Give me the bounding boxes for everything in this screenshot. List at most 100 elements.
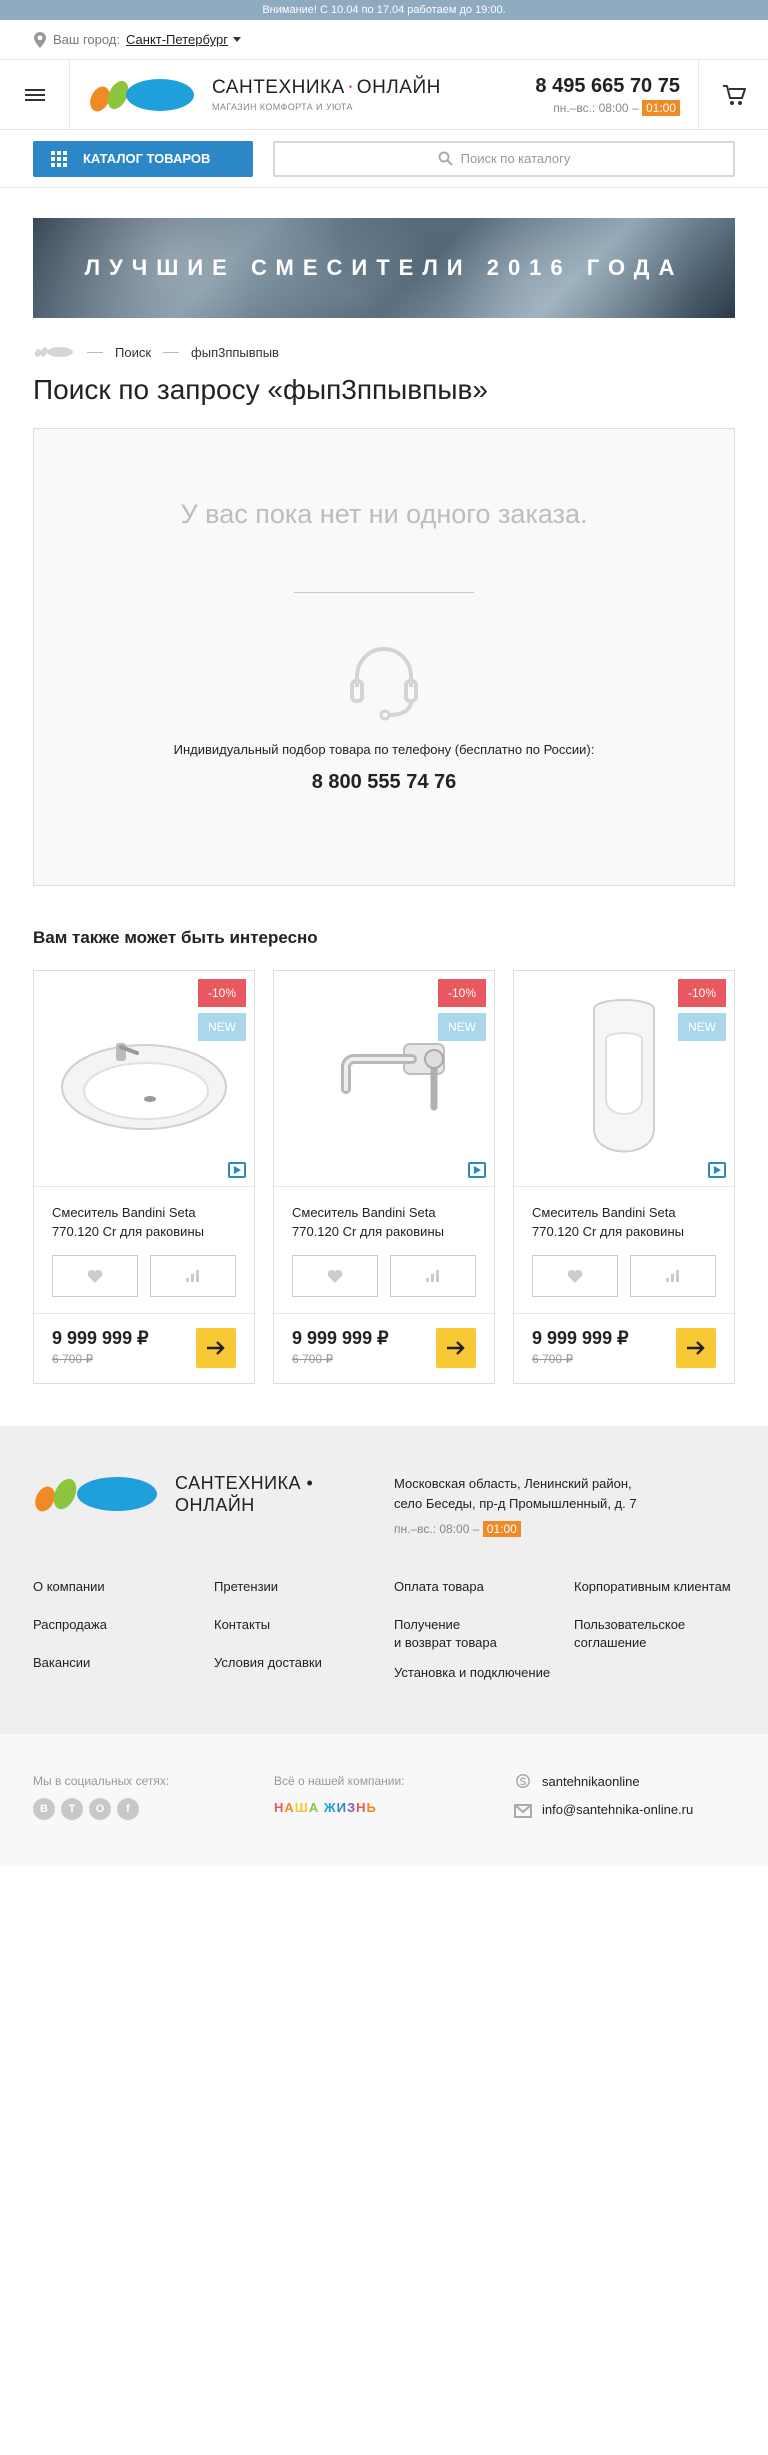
recommend-title: Вам также может быть интересно xyxy=(33,928,318,947)
twitter-icon[interactable]: T xyxy=(61,1798,83,1820)
search-placeholder: Поиск по каталогу xyxy=(460,151,571,166)
work-hours: пн.–вс.: 08:00 – 01:00 xyxy=(535,99,680,116)
notice-bar: Внимание! С 10.04 по 17.04 работаем до 1… xyxy=(0,0,768,20)
compare-button[interactable] xyxy=(390,1255,476,1297)
favorite-button[interactable] xyxy=(532,1255,618,1297)
footer-link-contacts[interactable]: Контакты xyxy=(214,1616,270,1634)
headset-icon xyxy=(350,646,418,721)
sale-badge: -10% xyxy=(198,979,246,1007)
brand-name: САНТЕХНИКА • ОНЛАЙН xyxy=(212,77,441,98)
footer-link-agreement[interactable]: Пользовательское соглашение xyxy=(574,1616,685,1652)
price-block: 9 999 999 ₽ 6 700 ₽ xyxy=(274,1313,494,1383)
product-image[interactable]: -10% NEW xyxy=(274,971,494,1187)
product-name[interactable]: Смеситель Bandini Seta 770.120 Cr для ра… xyxy=(274,1187,494,1255)
footer-link-returns[interactable]: Получение и возврат товара xyxy=(394,1616,497,1652)
footer-link-delivery[interactable]: Условия доставки xyxy=(214,1654,322,1672)
compare-icon xyxy=(186,1270,199,1282)
footer-link-corporate[interactable]: Корпоративным клиентам xyxy=(574,1578,731,1596)
compare-button[interactable] xyxy=(150,1255,236,1297)
add-to-cart-button[interactable] xyxy=(676,1328,716,1368)
company-link[interactable]: НАША ЖИЗНЬ xyxy=(274,1800,377,1815)
city-bar: Ваш город: Санкт-Петербург xyxy=(0,20,768,60)
site-logo[interactable]: САНТЕХНИКА • ОНЛАЙН МАГАЗИН КОМФОРТА И УЮТ… xyxy=(70,60,535,129)
product-card[interactable]: -10% NEW Смеситель Bandini Seta 770.120 … xyxy=(33,970,255,1384)
notice-text: Внимание! С 10.04 по 17.04 работаем до 1… xyxy=(262,4,506,16)
grid-icon xyxy=(51,150,67,167)
product-actions xyxy=(274,1255,494,1297)
arrow-right-icon xyxy=(687,1341,705,1355)
heart-icon xyxy=(327,1269,343,1283)
video-icon[interactable] xyxy=(468,1162,486,1178)
footer-link-payment[interactable]: Оплата товара xyxy=(394,1578,484,1596)
social-label: Мы в социальных сетях: xyxy=(33,1774,170,1788)
product-actions xyxy=(34,1255,254,1297)
breadcrumb-current: фып3ппывпыв xyxy=(191,344,279,360)
email-contact[interactable]: info@santehnika-online.ru xyxy=(542,1802,693,1817)
product-name[interactable]: Смеситель Bandini Seta 770.120 Cr для ра… xyxy=(34,1187,254,1255)
footer-logo[interactable]: САНТЕХНИКА • ОНЛАЙН xyxy=(33,1472,313,1516)
new-badge: NEW xyxy=(438,1013,486,1041)
page-title: Поиск по запросу «фып3ппывпыв» xyxy=(33,374,488,405)
footer-link-installation[interactable]: Установка и подключение xyxy=(394,1664,550,1682)
city-label: Ваш город: xyxy=(53,32,120,47)
price-block: 9 999 999 ₽ 6 700 ₽ xyxy=(34,1313,254,1383)
search-icon xyxy=(438,151,453,166)
city-selector[interactable]: Санкт-Петербург xyxy=(126,32,228,47)
video-icon[interactable] xyxy=(708,1162,726,1178)
social-links: В T О f xyxy=(33,1798,145,1820)
product-actions xyxy=(514,1255,734,1297)
phone-note: Индивидуальный подбор товара по телефону… xyxy=(173,742,595,757)
sale-badge: -10% xyxy=(438,979,486,1007)
heart-icon xyxy=(87,1269,103,1283)
add-to-cart-button[interactable] xyxy=(436,1328,476,1368)
catalog-button[interactable]: КАТАЛОГ ТОВАРОВ xyxy=(33,140,253,177)
compare-icon xyxy=(426,1270,439,1282)
company-label: Всё о нашей компании: xyxy=(274,1774,405,1788)
chevron-down-icon[interactable] xyxy=(232,37,241,42)
brand-tagline: МАГАЗИН КОМФОРТА И УЮТА xyxy=(212,102,353,112)
menu-button[interactable] xyxy=(0,60,70,129)
favorite-button[interactable] xyxy=(52,1255,138,1297)
new-badge: NEW xyxy=(198,1013,246,1041)
logo-mark-icon xyxy=(35,1477,157,1512)
compare-button[interactable] xyxy=(630,1255,716,1297)
arrow-right-icon xyxy=(447,1341,465,1355)
add-to-cart-button[interactable] xyxy=(196,1328,236,1368)
product-card[interactable]: -10% NEW Смеситель Bandini Seta 770.120 … xyxy=(273,970,495,1384)
breadcrumb-search[interactable]: Поиск xyxy=(115,345,151,360)
promo-banner[interactable]: ЛУЧШИЕ СМЕСИТЕЛИ 2016 ГОДА xyxy=(33,218,735,318)
header-phone[interactable]: 8 495 665 70 75 xyxy=(535,75,680,98)
facebook-icon[interactable]: f xyxy=(117,1798,139,1820)
vk-icon[interactable]: В xyxy=(33,1798,55,1820)
product-image[interactable]: -10% NEW xyxy=(34,971,254,1187)
compare-icon xyxy=(666,1270,679,1282)
support-phone[interactable]: 8 800 555 74 76 xyxy=(34,771,734,794)
arrow-right-icon xyxy=(207,1341,225,1355)
mail-icon xyxy=(514,1804,532,1818)
product-name[interactable]: Смеситель Bandini Seta 770.120 Cr для ра… xyxy=(514,1187,734,1255)
logo-mark-icon xyxy=(90,78,194,111)
hamburger-icon xyxy=(24,86,45,104)
header-contact: 8 495 665 70 75 пн.–вс.: 08:00 – 01:00 xyxy=(535,60,698,129)
breadcrumb: Поиск фып3ппывпыв xyxy=(33,342,279,362)
urinal-image xyxy=(593,998,655,1152)
location-pin-icon xyxy=(34,31,46,48)
search-input[interactable]: Поиск по каталогу xyxy=(273,140,735,177)
cart-button[interactable] xyxy=(698,60,768,129)
footer-link-sale[interactable]: Распродажа xyxy=(33,1616,107,1634)
product-image[interactable]: -10% NEW xyxy=(514,971,734,1187)
search-row: КАТАЛОГ ТОВАРОВ Поиск по каталогу xyxy=(0,130,768,188)
home-logo-icon[interactable] xyxy=(33,346,75,358)
footer-link-jobs[interactable]: Вакансии xyxy=(33,1654,90,1672)
banner-text: ЛУЧШИЕ СМЕСИТЕЛИ 2016 ГОДА xyxy=(84,255,684,280)
footer-link-about[interactable]: О компании xyxy=(33,1578,105,1596)
skype-contact[interactable]: santehnikaonline xyxy=(542,1774,640,1789)
product-card[interactable]: -10% NEW Смеситель Bandini Seta 770.120 … xyxy=(513,970,735,1384)
footer-address: Московская область, Ленинский район, село… xyxy=(394,1476,637,1511)
favorite-button[interactable] xyxy=(292,1255,378,1297)
odnoklassniki-icon[interactable]: О xyxy=(89,1798,111,1820)
video-icon[interactable] xyxy=(228,1162,246,1178)
social-bar: Мы в социальных сетях: В T О f Всё о наш… xyxy=(0,1734,768,1866)
product-list: -10% NEW Смеситель Bandini Seta 770.120 … xyxy=(33,970,735,1384)
footer-link-claims[interactable]: Претензии xyxy=(214,1578,278,1596)
